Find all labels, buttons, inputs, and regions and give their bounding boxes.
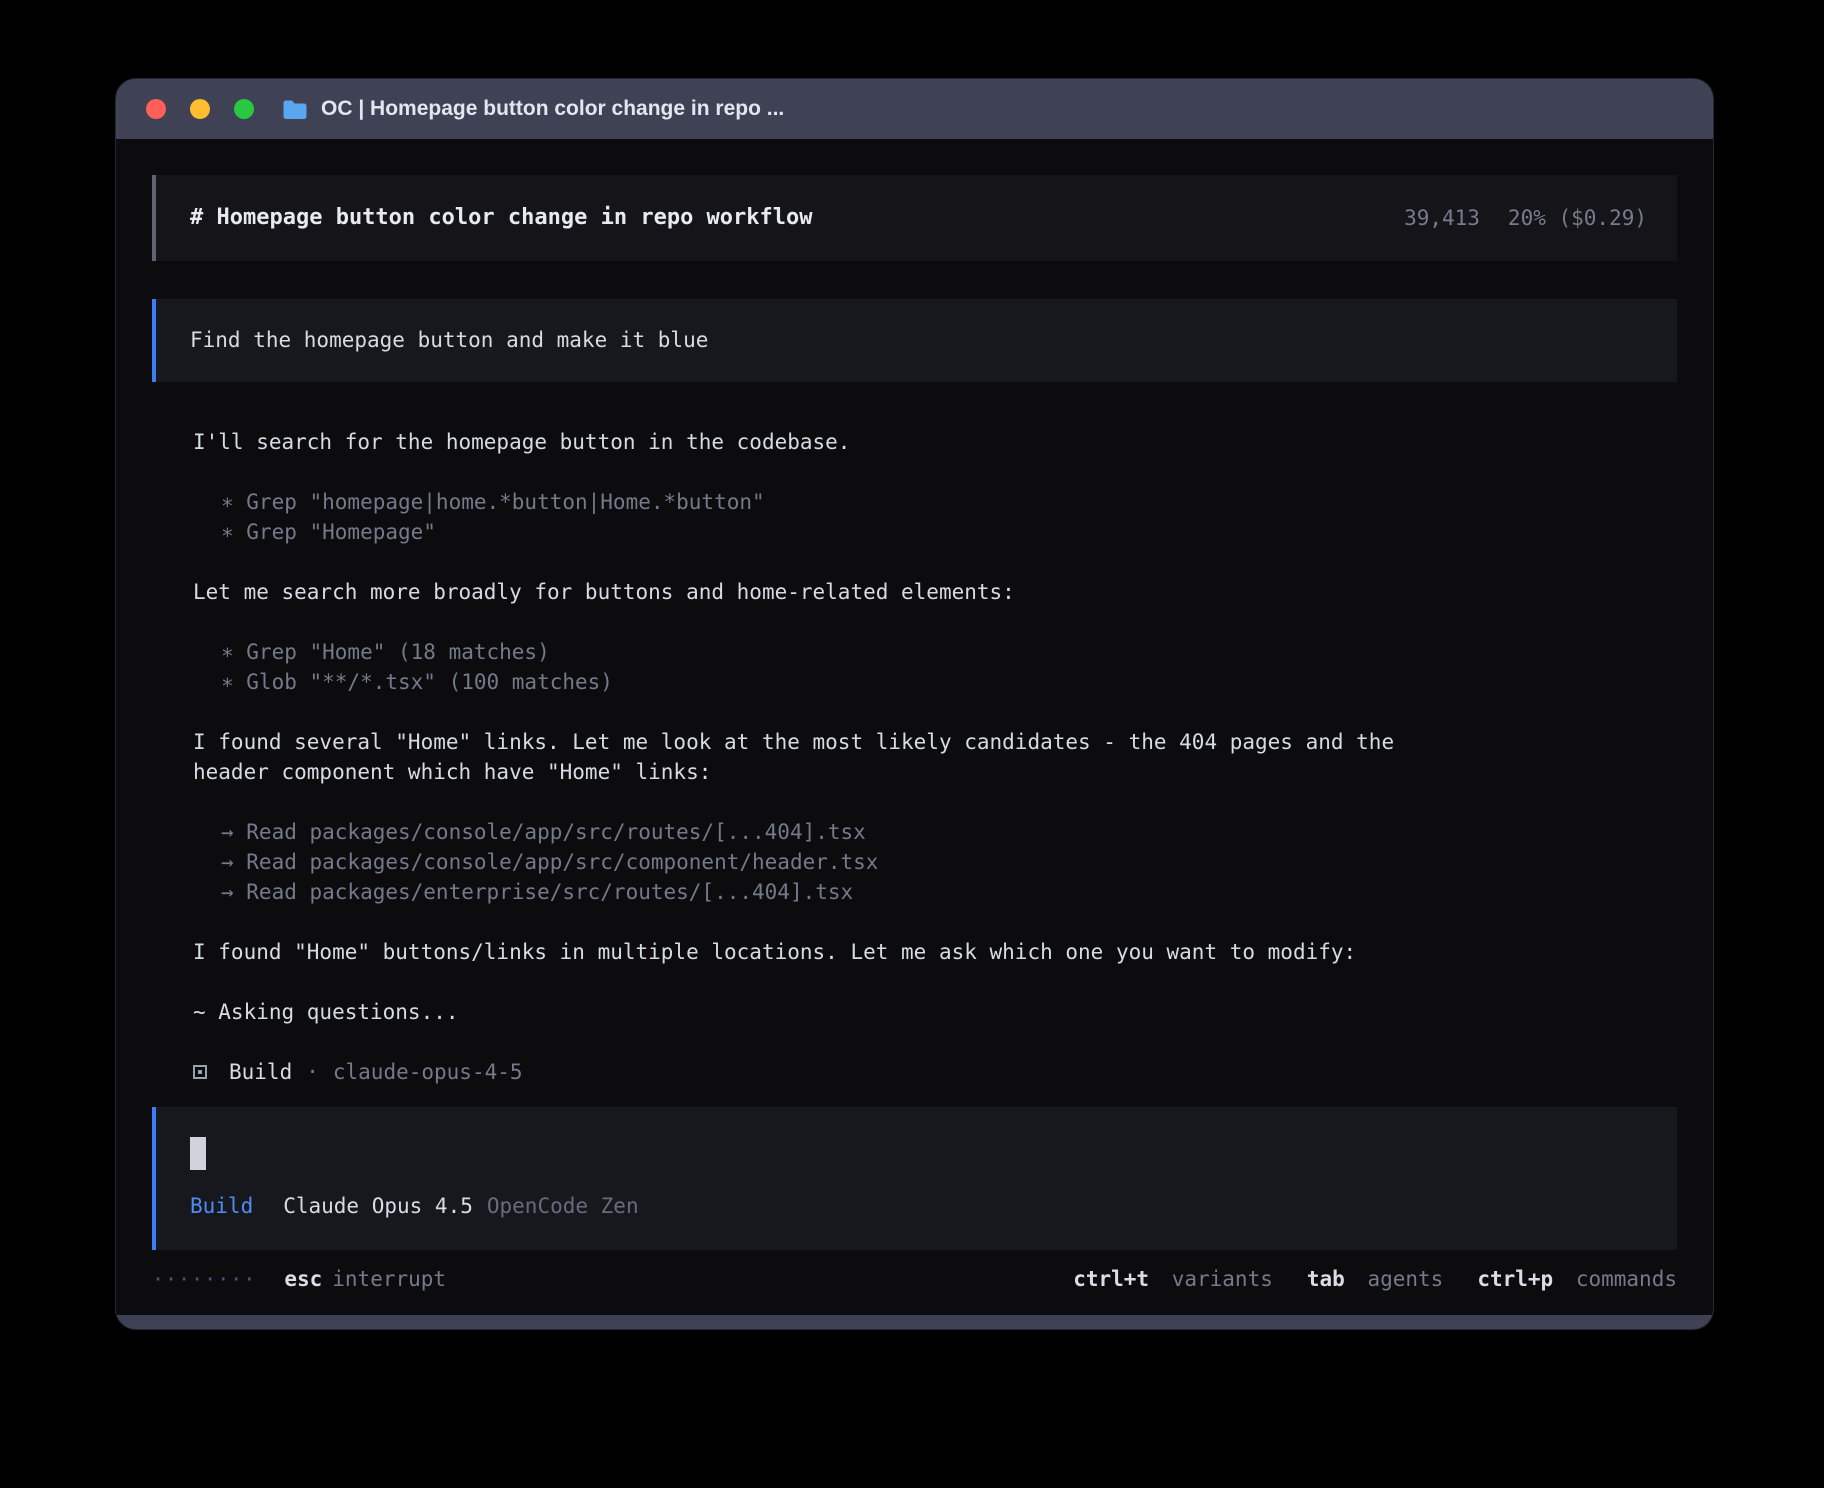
assistant-text-line: Let me search more broadly for buttons a… — [193, 577, 1433, 607]
statusbar-right: ctrl+t variants tab agents ctrl+p comman… — [1039, 1267, 1677, 1291]
tool-call-line: ∗ Grep "homepage|home.*button|Home.*butt… — [193, 487, 1433, 517]
statusbar: ········ esc interrupt ctrl+t variants t… — [152, 1264, 1677, 1294]
tool-call-line: → Read packages/console/app/src/componen… — [193, 847, 1433, 877]
session-stats: 39,413 20% ($0.29) — [1404, 207, 1647, 229]
prompt-input[interactable]: Build Claude Opus 4.5 OpenCode Zen — [152, 1107, 1677, 1250]
assistant-text-line: I found "Home" buttons/links in multiple… — [193, 937, 1433, 967]
input-meta: Build Claude Opus 4.5 OpenCode Zen — [190, 1196, 1643, 1217]
text-cursor — [190, 1137, 206, 1170]
mode-label: Build — [190, 1196, 253, 1217]
tool-call-line: ∗ Grep "Homepage" — [193, 517, 1433, 547]
statusbar-left: ········ esc interrupt — [152, 1267, 446, 1291]
agent-model: claude-opus-4-5 — [333, 1057, 523, 1087]
interrupt-label: interrupt — [332, 1267, 446, 1291]
folder-icon — [282, 99, 308, 120]
terminal-content: # Homepage button color change in repo w… — [116, 139, 1713, 1315]
shortcut-key: ctrl+t — [1073, 1267, 1149, 1291]
tool-call-line: ∗ Grep "Home" (18 matches) — [193, 637, 1433, 667]
session-title: # Homepage button color change in repo w… — [190, 207, 813, 229]
model-label: Claude Opus 4.5 — [283, 1196, 473, 1217]
zoom-button[interactable] — [234, 99, 254, 119]
terminal-window: OC | Homepage button color change in rep… — [116, 79, 1713, 1329]
assistant-text-line: I found several "Home" links. Let me loo… — [193, 727, 1433, 787]
session-header: # Homepage button color change in repo w… — [152, 175, 1677, 261]
minimize-button[interactable] — [190, 99, 210, 119]
shortcut-key: ctrl+p — [1477, 1267, 1553, 1291]
assistant-transcript: I'll search for the homepage button in t… — [193, 427, 1433, 1087]
shortcut-label: commands — [1576, 1267, 1677, 1291]
tool-call-line: → Read packages/enterprise/src/routes/[.… — [193, 877, 1433, 907]
agent-build-icon — [193, 1065, 207, 1079]
spinner-dots: ········ — [152, 1267, 256, 1291]
agent-separator: · — [306, 1057, 319, 1087]
shortcut-label: variants — [1172, 1267, 1273, 1291]
assistant-text-line: I'll search for the homepage button in t… — [193, 427, 1433, 457]
shortcut-agents: tab agents — [1307, 1267, 1443, 1291]
user-message-text: Find the homepage button and make it blu… — [190, 328, 708, 352]
traffic-lights — [146, 99, 254, 119]
interrupt-key: esc — [284, 1267, 322, 1291]
shortcut-commands: ctrl+p commands — [1477, 1267, 1677, 1291]
context-usage: 20% ($0.29) — [1508, 206, 1647, 230]
user-message: Find the homepage button and make it blu… — [152, 299, 1677, 382]
shortcut-label: agents — [1367, 1267, 1443, 1291]
tool-call-line: → Read packages/console/app/src/routes/[… — [193, 817, 1433, 847]
provider-label: OpenCode Zen — [487, 1196, 639, 1217]
shortcut-variants: ctrl+t variants — [1073, 1267, 1273, 1291]
shortcut-key: tab — [1307, 1267, 1345, 1291]
assistant-text-line: ~ Asking questions... — [193, 997, 1433, 1027]
window-titlebar[interactable]: OC | Homepage button color change in rep… — [116, 79, 1713, 139]
close-button[interactable] — [146, 99, 166, 119]
titlebar-title: OC | Homepage button color change in rep… — [282, 97, 784, 121]
tool-call-line: ∗ Glob "**/*.tsx" (100 matches) — [193, 667, 1433, 697]
token-count: 39,413 — [1404, 206, 1480, 230]
agent-name: Build — [229, 1057, 292, 1087]
agent-status: Build · claude-opus-4-5 — [193, 1057, 1433, 1087]
window-title: OC | Homepage button color change in rep… — [321, 97, 784, 121]
